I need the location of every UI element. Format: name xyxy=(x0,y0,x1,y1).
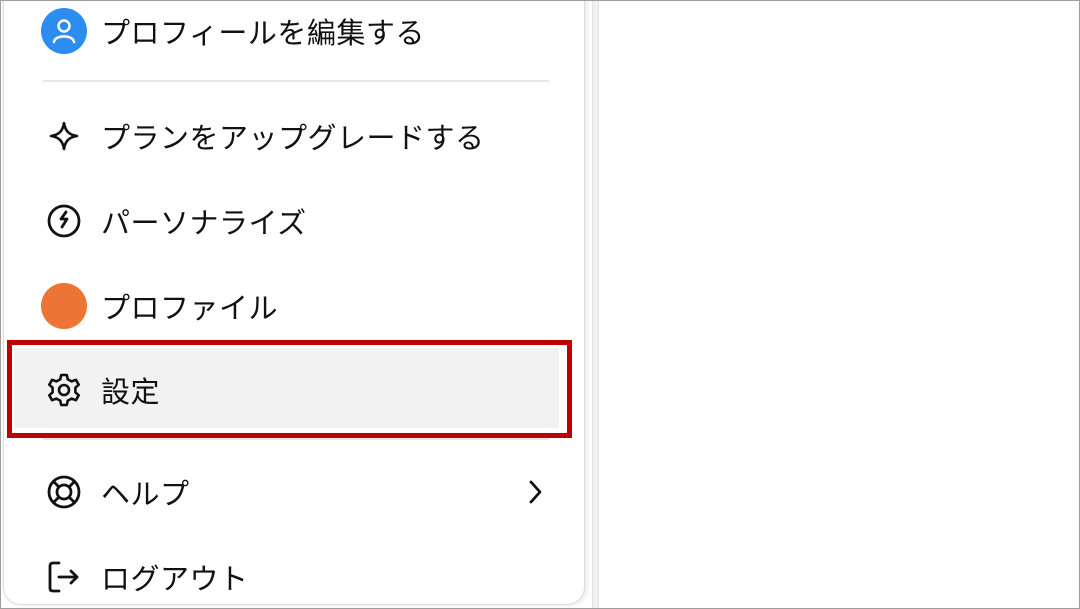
menu-item-label: プロフィールを編集する xyxy=(101,16,425,50)
menu-item-label: プランをアップグレードする xyxy=(101,121,485,155)
menu-item-label: 設定 xyxy=(101,375,161,409)
gear-icon xyxy=(41,367,87,413)
menu-item-edit-profile[interactable]: プロフィールを編集する xyxy=(33,1,553,61)
menu-item-help[interactable]: ヘルプ xyxy=(33,462,553,522)
panel-divider xyxy=(592,1,599,608)
menu-item-label: プロファイル xyxy=(101,291,279,325)
menu-divider xyxy=(43,80,549,82)
screenshot-frame: プロフィールを編集する プランをアップグレードする パーソナライズ プロファイル xyxy=(0,0,1080,609)
menu-divider xyxy=(43,438,549,440)
menu-item-label: パーソナライズ xyxy=(101,206,307,240)
menu-item-settings[interactable]: 設定 xyxy=(33,360,553,420)
chevron-right-icon[interactable] xyxy=(521,477,551,507)
lifebuoy-icon xyxy=(41,469,87,515)
orange-avatar-icon xyxy=(41,283,87,329)
logout-icon xyxy=(41,554,87,600)
sparkle-icon xyxy=(41,113,87,159)
menu-item-profile[interactable]: プロファイル xyxy=(33,276,553,336)
menu-item-logout[interactable]: ログアウト xyxy=(33,547,553,607)
menu-item-label: ヘルプ xyxy=(101,477,190,511)
menu-item-label: ログアウト xyxy=(101,562,249,596)
personalize-icon xyxy=(41,198,87,244)
menu-item-personalize[interactable]: パーソナライズ xyxy=(33,191,553,251)
user-avatar-icon xyxy=(41,8,87,54)
menu-item-upgrade-plan[interactable]: プランをアップグレードする xyxy=(33,106,553,166)
